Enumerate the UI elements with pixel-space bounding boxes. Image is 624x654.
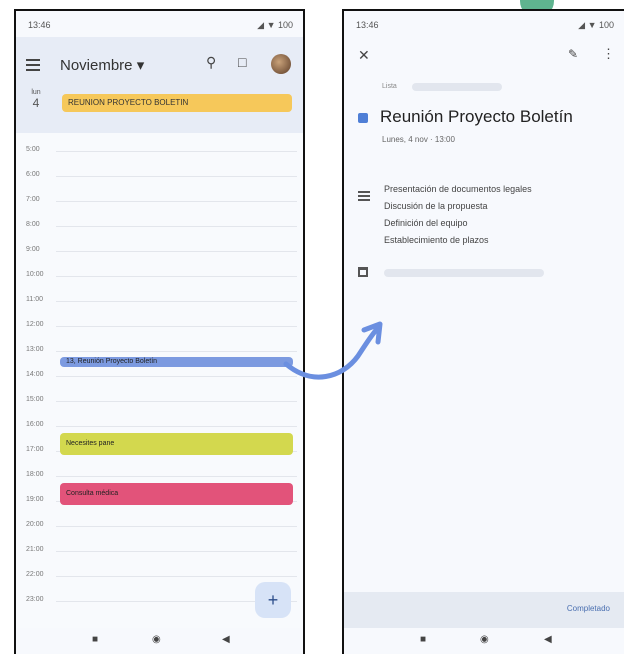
close-icon[interactable]: ✕ [358, 47, 370, 64]
month-label: Noviembre [60, 57, 133, 74]
pencil-icon[interactable]: ✎ [568, 47, 578, 61]
hour-row[interactable]: 21:00 [16, 546, 303, 576]
home-button[interactable]: ◉ [152, 634, 161, 645]
back-button[interactable]: ◀ [222, 634, 230, 645]
event-date: Lunes, 4 nov · 13:00 [382, 135, 455, 144]
transition-arrow [283, 321, 383, 380]
hour-row[interactable]: 15:00 [16, 396, 303, 426]
completed-button[interactable]: Completado [567, 604, 610, 613]
status-bar: 13:46 ◢ ▼ 100 [344, 11, 624, 37]
calendar-header: Noviembre ▾ ⚲ □ lun 4 REUNION PROYECTO B… [16, 37, 303, 133]
more-vert-icon[interactable]: ⋮ [602, 46, 615, 62]
calendar-event[interactable]: 13, Reunión Proyecto Boletín [60, 357, 293, 367]
hour-row[interactable]: 20:00 [16, 521, 303, 551]
hour-label: 16:00 [26, 421, 44, 428]
day-name: lun [31, 89, 41, 96]
hour-label: 13:00 [26, 346, 44, 353]
hour-row[interactable]: 11:00 [16, 296, 303, 326]
hour-label: 8:00 [26, 221, 40, 228]
recents-button[interactable]: ■ [92, 634, 98, 645]
hour-row[interactable]: 5:00 [16, 146, 303, 176]
description-line: Establecimiento de plazos [384, 235, 489, 245]
status-icons: ◢ ▼ 100 [578, 20, 614, 30]
calendar-event[interactable]: Consulta médica [60, 483, 293, 505]
hour-label: 23:00 [26, 596, 44, 603]
hour-grid[interactable]: 5:00 6:00 7:00 8:00 9:00 10:00 11:00 12:00 13:00… [16, 133, 303, 628]
description-line: Discusión de la propuesta [384, 201, 488, 211]
status-bar: 13:46 ◢ ▼ 100 [16, 11, 303, 37]
calendar-list-label: Lista [382, 83, 397, 90]
event-color-indicator [358, 113, 368, 123]
status-time: 13:46 [28, 20, 51, 30]
hour-label: 5:00 [26, 146, 40, 153]
hour-label: 20:00 [26, 521, 44, 528]
hour-label: 10:00 [26, 271, 44, 278]
hour-label: 15:00 [26, 396, 44, 403]
month-selector[interactable]: Noviembre ▾ [60, 56, 144, 74]
allday-event[interactable]: REUNION PROYECTO BOLETIN [62, 94, 292, 112]
hour-label: 17:00 [26, 446, 44, 453]
home-button[interactable]: ◉ [480, 634, 489, 645]
status-icons: ◢ ▼ 100 [257, 20, 293, 30]
day-header[interactable]: lun 4 [26, 89, 46, 110]
status-time: 13:46 [356, 20, 379, 30]
hour-row[interactable]: 14:00 [16, 371, 303, 401]
hour-row[interactable]: 7:00 [16, 196, 303, 226]
hour-label: 7:00 [26, 196, 40, 203]
day-number: 4 [32, 96, 40, 110]
hour-row[interactable]: 12:00 [16, 321, 303, 351]
search-icon[interactable]: ⚲ [206, 54, 216, 71]
chevron-down-icon: ▾ [136, 57, 145, 74]
add-event-button[interactable]: + [255, 582, 291, 618]
back-button[interactable]: ◀ [544, 634, 552, 645]
recents-button[interactable]: ■ [420, 634, 426, 645]
hour-label: 11:00 [26, 296, 43, 303]
phone-calendar-view: 13:46 ◢ ▼ 100 Noviembre ▾ ⚲ □ lun 4 REUN… [14, 9, 305, 654]
description-line: Presentación de documentos legales [384, 184, 532, 194]
hour-label: 21:00 [26, 546, 44, 553]
description-icon [358, 191, 370, 203]
hour-row[interactable]: 9:00 [16, 246, 303, 276]
hour-label: 19:00 [26, 496, 44, 503]
event-description: Presentación de documentos legales Discu… [384, 181, 532, 249]
hour-label: 6:00 [26, 171, 40, 178]
calendar-event[interactable]: Necesites pane [60, 433, 293, 455]
hour-row[interactable]: 6:00 [16, 171, 303, 201]
blurred-text [384, 269, 544, 277]
detail-footer: Completado [344, 592, 624, 628]
hour-row[interactable]: 8:00 [16, 221, 303, 251]
description-line: Definición del equipo [384, 218, 468, 228]
hour-label: 18:00 [26, 471, 44, 478]
hour-label: 12:00 [26, 321, 44, 328]
hour-label: 9:00 [26, 246, 40, 253]
blurred-text [412, 83, 502, 91]
nav-bar: ■ ◉ ◀ [16, 628, 303, 654]
hour-label: 22:00 [26, 571, 44, 578]
today-icon[interactable]: □ [238, 54, 246, 70]
menu-icon[interactable] [26, 59, 40, 71]
calendar-icon [358, 267, 368, 277]
event-title: Reunión Proyecto Boletín [380, 107, 573, 126]
hour-label: 14:00 [26, 371, 44, 378]
hour-row[interactable]: 10:00 [16, 271, 303, 301]
nav-bar: ■ ◉ ◀ [344, 628, 624, 654]
avatar[interactable] [271, 54, 291, 74]
